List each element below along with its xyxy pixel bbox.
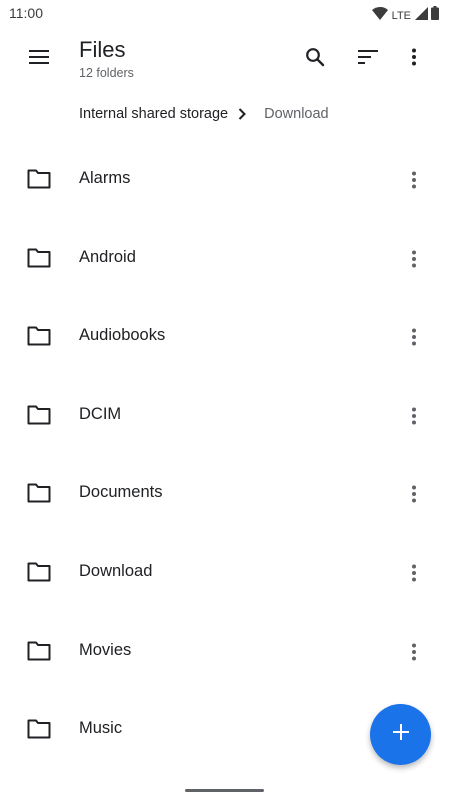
search-icon (305, 47, 325, 72)
more-vert-icon[interactable] (398, 321, 430, 353)
folder-row[interactable]: Documents (0, 455, 449, 534)
more-options-button[interactable] (396, 41, 432, 77)
app-bar: Files 12 folders (0, 28, 449, 88)
wifi-icon (371, 6, 388, 25)
folder-row[interactable]: Alarms (0, 141, 449, 220)
status-icons: LTE (371, 6, 439, 25)
folder-icon (27, 483, 51, 505)
folder-name: Alarms (79, 169, 131, 187)
folder-icon (27, 719, 51, 741)
search-button[interactable] (297, 41, 333, 77)
folder-name: Download (79, 561, 153, 580)
folder-row[interactable]: Android (0, 220, 449, 299)
folder-list: Alarms Android Audiobooks DCIM Documents… (0, 141, 449, 770)
more-vert-icon[interactable] (398, 636, 430, 668)
more-vert-icon[interactable] (398, 557, 430, 589)
folder-name: Documents (79, 483, 163, 502)
page-title: Files (79, 37, 126, 62)
folder-name: DCIM (79, 404, 122, 423)
navigation-handle[interactable] (185, 789, 264, 792)
folder-row[interactable]: Audiobooks (0, 298, 449, 377)
folder-name: Android (79, 247, 136, 266)
sort-icon (358, 49, 378, 69)
files-screen: 11:00 LTE Files 12 folders Internal shar… (0, 0, 449, 800)
sort-button[interactable] (350, 41, 386, 77)
menu-icon (29, 49, 49, 69)
folder-name: Audiobooks (79, 326, 166, 345)
folder-row[interactable]: DCIM (0, 377, 449, 456)
status-time: 11:00 (9, 5, 43, 21)
folder-icon (27, 641, 51, 663)
menu-button[interactable] (22, 42, 56, 76)
breadcrumb-current[interactable]: Download (264, 106, 329, 122)
cell-signal-icon (415, 6, 428, 25)
folder-icon (27, 326, 51, 348)
folder-icon (27, 562, 51, 584)
folder-row[interactable]: Download (0, 534, 449, 613)
status-bar: 11:00 LTE (0, 0, 449, 28)
more-vert-icon[interactable] (398, 243, 430, 275)
folder-icon (27, 405, 51, 427)
more-vert-icon[interactable] (398, 400, 430, 432)
battery-icon (431, 6, 439, 25)
breadcrumb-root[interactable]: Internal shared storage (79, 106, 228, 122)
folder-name: Music (79, 719, 123, 738)
add-button[interactable] (370, 704, 431, 765)
folder-row[interactable]: Movies (0, 613, 449, 692)
more-vert-icon[interactable] (398, 164, 430, 196)
chevron-right-icon (238, 108, 247, 120)
folder-icon (27, 248, 51, 270)
folder-icon (27, 169, 51, 191)
network-type: LTE (391, 9, 411, 22)
more-vert-icon (411, 48, 417, 71)
add-icon (392, 724, 409, 745)
more-vert-icon[interactable] (398, 478, 430, 510)
breadcrumb: Internal shared storage Download (79, 104, 329, 124)
folder-count: 12 folders (79, 66, 134, 80)
folder-name: Movies (79, 640, 132, 659)
